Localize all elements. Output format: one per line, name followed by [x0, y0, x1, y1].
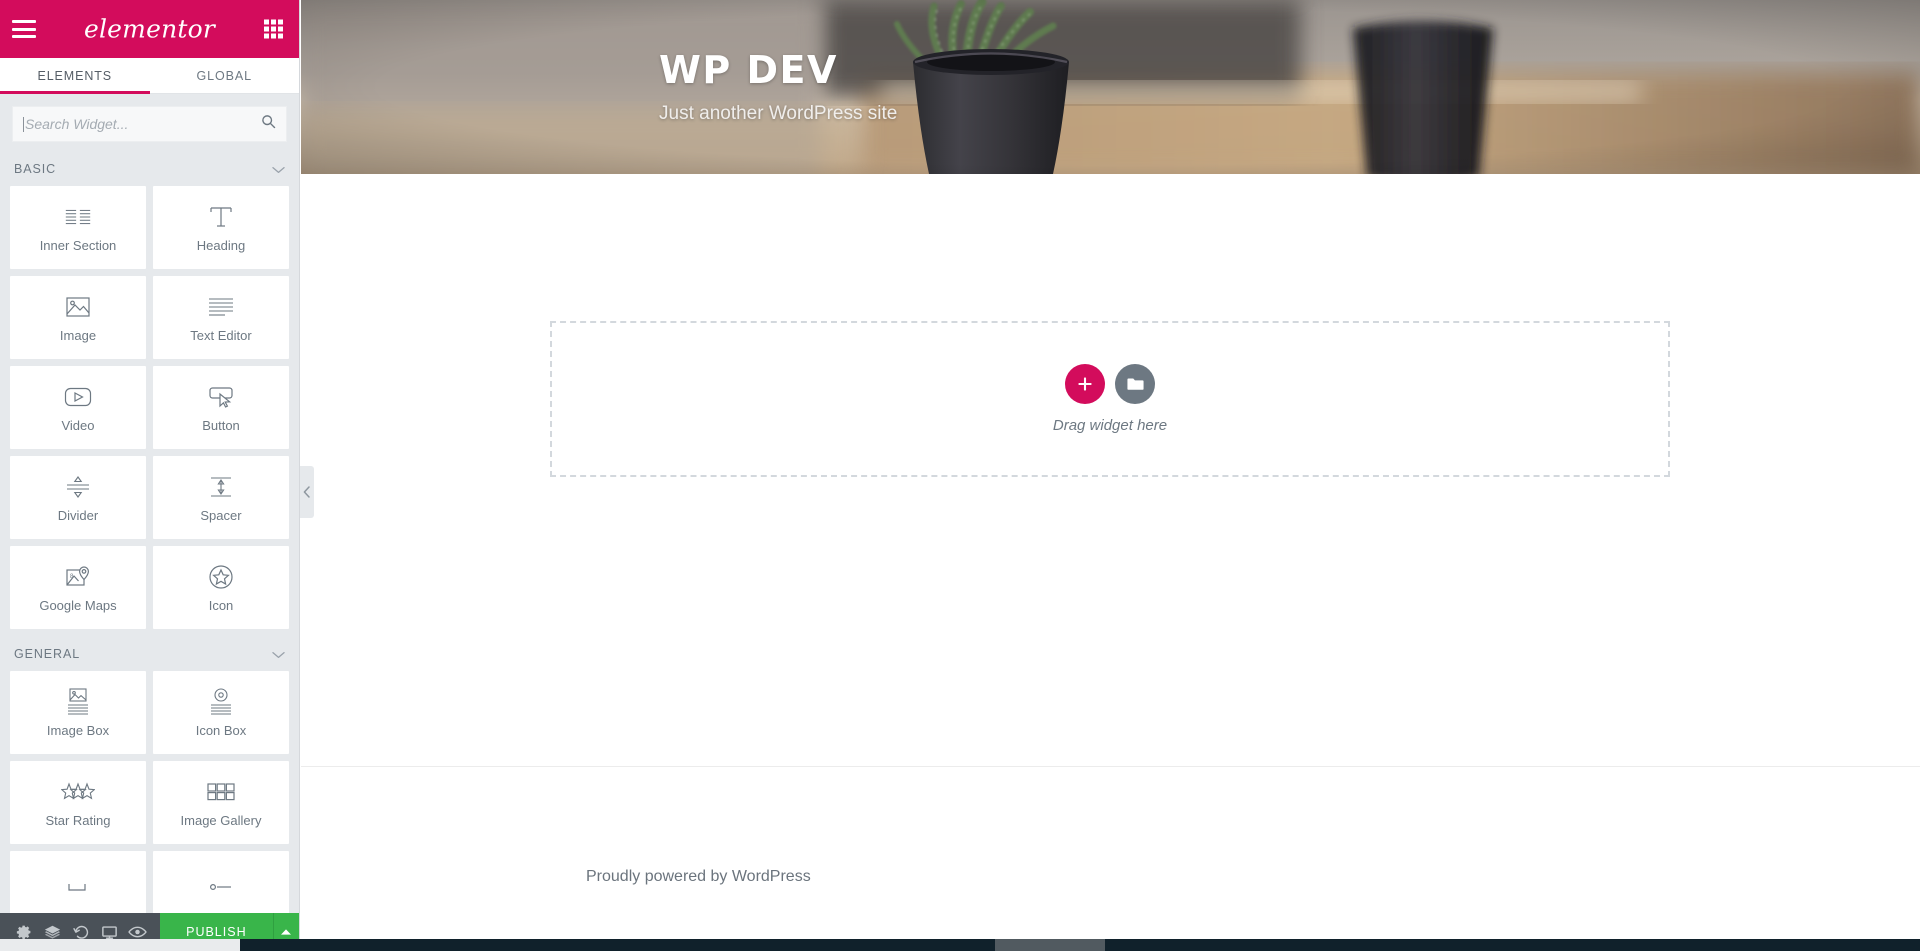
text-caret [23, 116, 24, 132]
widget-image-box[interactable]: Image Box [10, 671, 146, 754]
site-footer-section[interactable]: Proudly powered by WordPress [301, 767, 1920, 939]
section-title-basic: BASIC [14, 162, 57, 176]
inner-section-icon [63, 202, 93, 232]
spacer-icon [206, 472, 236, 502]
section-header-basic[interactable]: BASIC [0, 152, 299, 186]
widget-heading[interactable]: Heading [153, 186, 289, 269]
icon-box-icon [207, 687, 235, 717]
widget-image-gallery[interactable]: Image Gallery [153, 761, 289, 844]
apps-grid-icon[interactable] [264, 19, 283, 39]
search-widget-wrap: Search Widget... [0, 94, 299, 152]
search-icon [261, 114, 276, 134]
widget-video[interactable]: Video [10, 366, 146, 449]
publish-label: PUBLISH [186, 925, 247, 939]
widget-spacer[interactable]: Spacer [153, 456, 289, 539]
chevron-down-icon [272, 163, 285, 176]
widget-label: Video [61, 418, 95, 433]
site-title[interactable]: WP DEV [659, 48, 897, 92]
taskbar-active-window [240, 939, 995, 951]
widget-label: Button [202, 418, 240, 433]
taskbar-highlight-segment [995, 939, 1105, 951]
content-area[interactable]: Drag widget here [301, 174, 1920, 766]
widget-inner-section[interactable]: Inner Section [10, 186, 146, 269]
taskbar-left-segment [0, 939, 240, 951]
image-icon [64, 292, 92, 322]
text-editor-icon [207, 292, 235, 322]
widget-label: Icon Box [195, 723, 247, 738]
widget-label: Spacer [200, 508, 242, 523]
widget-grid-general: Image Box Icon Box Star Rating Image Gal… [0, 671, 299, 913]
search-input[interactable]: Search Widget... [12, 106, 287, 142]
widget-star-rating[interactable]: Star Rating [10, 761, 146, 844]
os-taskbar-strip [0, 939, 1920, 951]
preview-canvas[interactable]: WP DEV Just another WordPress site Drag … [301, 0, 1920, 939]
widget-partial-left[interactable] [10, 851, 146, 913]
panel-tabs: ELEMENTS GLOBAL [0, 58, 299, 94]
widget-grid-basic: Inner Section Heading Image Text Editor … [0, 186, 299, 629]
widget-label: Icon [208, 598, 234, 613]
widget-partial-right[interactable] [153, 851, 289, 913]
widget-label: Google Maps [39, 598, 117, 613]
tab-global-label: GLOBAL [196, 68, 252, 83]
widget-button[interactable]: Button [153, 366, 289, 449]
search-placeholder: Search Widget... [25, 116, 129, 132]
hero-text-block: WP DEV Just another WordPress site [659, 48, 897, 125]
tab-elements-label: ELEMENTS [37, 68, 113, 83]
star-rating-icon [61, 777, 95, 807]
site-hero-section[interactable]: WP DEV Just another WordPress site [301, 0, 1920, 174]
widget-label: Image Gallery [180, 813, 262, 828]
section-header-general[interactable]: GENERAL [0, 637, 299, 671]
site-tagline[interactable]: Just another WordPress site [659, 103, 897, 125]
widget-label: Image [59, 328, 97, 343]
widget-label: Divider [57, 508, 99, 523]
tab-global[interactable]: GLOBAL [149, 58, 299, 93]
hamburger-icon[interactable] [12, 20, 36, 38]
elementor-panel: elementor ELEMENTS GLOBAL Search Widget.… [0, 0, 300, 951]
widget-label: Star Rating [45, 813, 111, 828]
footer-credit-text[interactable]: Proudly powered by WordPress [586, 868, 811, 886]
hero-background-photo [301, 0, 1920, 174]
canvas-bottom-filler [602, 917, 1920, 927]
elementor-logo: elementor [83, 14, 216, 44]
widget-label: Image Box [46, 723, 110, 738]
button-cursor-icon [206, 382, 236, 412]
image-gallery-icon [206, 777, 236, 807]
add-template-button[interactable] [1115, 364, 1155, 404]
icon-list-icon [63, 878, 93, 908]
widget-list-scroll[interactable]: BASIC Inner Section Heading Image Text E… [0, 152, 299, 913]
widget-google-maps[interactable]: 8 Google Maps [10, 546, 146, 629]
dropzone-buttons [1065, 364, 1155, 404]
widget-image[interactable]: Image [10, 276, 146, 359]
google-maps-pin-icon: 8 [63, 562, 93, 592]
add-new-section-button[interactable] [1065, 364, 1105, 404]
elementor-editor: elementor ELEMENTS GLOBAL Search Widget.… [0, 0, 1920, 951]
panel-header: elementor [0, 0, 299, 58]
tab-elements[interactable]: ELEMENTS [0, 58, 150, 94]
heading-t-icon [207, 202, 235, 232]
widget-text-editor[interactable]: Text Editor [153, 276, 289, 359]
video-play-icon [63, 382, 93, 412]
widget-icon[interactable]: Icon [153, 546, 289, 629]
dropzone-hint: Drag widget here [1052, 417, 1168, 434]
image-box-icon [64, 687, 92, 717]
widget-label: Inner Section [39, 238, 117, 253]
widget-divider[interactable]: Divider [10, 456, 146, 539]
counter-icon [206, 878, 236, 908]
section-title-general: GENERAL [14, 647, 81, 661]
star-circle-icon [207, 562, 235, 592]
divider-icon [63, 472, 93, 502]
panel-collapse-handle[interactable] [300, 466, 314, 518]
chevron-down-icon [272, 648, 285, 661]
empty-section-dropzone[interactable]: Drag widget here [550, 321, 1670, 477]
widget-icon-box[interactable]: Icon Box [153, 671, 289, 754]
widget-label: Text Editor [190, 328, 252, 343]
widget-label: Heading [196, 238, 246, 253]
